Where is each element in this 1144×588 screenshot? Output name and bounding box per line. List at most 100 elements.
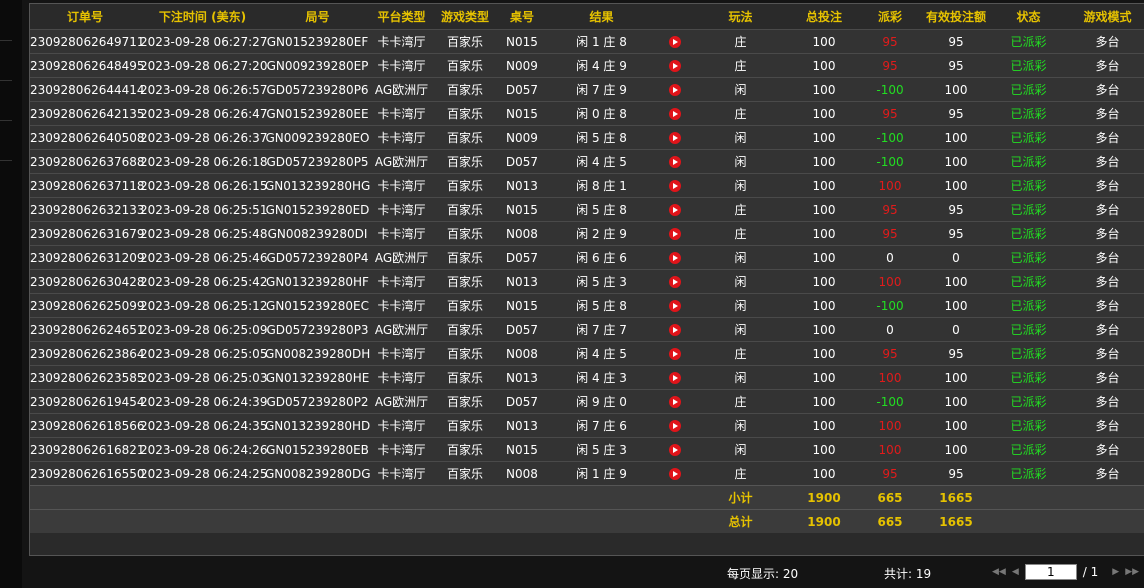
game-type-cell: 百家乐 — [433, 221, 497, 246]
video-cell — [656, 77, 693, 102]
result-cell: 闲 1 庄 9 — [547, 461, 656, 486]
game-type-cell: 百家乐 — [433, 413, 497, 438]
game-mode-cell: 多台 — [1065, 197, 1144, 222]
bet-type-cell: 庄 — [693, 197, 788, 222]
play-icon[interactable] — [668, 300, 681, 312]
platform-cell: 卡卡湾厅 — [370, 341, 433, 366]
status-cell: 已派彩 — [992, 461, 1065, 486]
round-id-cell: GD057239280P6 — [265, 77, 370, 102]
play-icon[interactable] — [668, 396, 681, 408]
video-cell — [656, 125, 693, 150]
play-icon[interactable] — [668, 108, 681, 120]
play-icon[interactable] — [668, 36, 681, 48]
round-id-cell: GN015239280ED — [265, 197, 370, 222]
total-bet-cell: 100 — [788, 29, 860, 54]
grandtotal-label: 总计 — [693, 509, 788, 533]
play-icon[interactable] — [668, 60, 681, 72]
status-cell: 已派彩 — [992, 221, 1065, 246]
game-type-cell: 百家乐 — [433, 293, 497, 318]
total-bet-cell: 100 — [788, 77, 860, 102]
payout-cell: 0 — [860, 245, 920, 270]
play-icon[interactable] — [668, 444, 681, 456]
page-number-input[interactable] — [1024, 564, 1077, 580]
bet-time-cell: 2023-09-28 06:26:57 — [140, 77, 267, 102]
table-no-cell: N008 — [497, 461, 547, 486]
table-row: 230928062623585 2023-09-28 06:25:03 GN0132… — [30, 365, 1144, 390]
table-no-cell: N015 — [497, 293, 547, 318]
game-mode-cell: 多台 — [1065, 365, 1144, 390]
valid-bet-cell: 100 — [920, 125, 992, 150]
payout-cell: 95 — [860, 29, 920, 54]
total-bet-cell: 100 — [788, 365, 860, 390]
order-id-cell: 230928062616550 — [30, 461, 145, 486]
platform-cell: 卡卡湾厅 — [370, 101, 433, 126]
result-cell: 闲 0 庄 8 — [547, 101, 656, 126]
table-no-cell: N009 — [497, 53, 547, 78]
bet-type-cell: 庄 — [693, 53, 788, 78]
result-cell: 闲 4 庄 9 — [547, 53, 656, 78]
table-row: 230928062623864 2023-09-28 06:25:05 GN0082… — [30, 341, 1144, 366]
round-id-cell: GN013239280HD — [265, 413, 370, 438]
order-id-cell: 230928062616821 — [30, 437, 145, 462]
play-icon[interactable] — [668, 468, 681, 480]
platform-cell: 卡卡湾厅 — [370, 293, 433, 318]
col-header-platform: 平台类型 — [370, 4, 433, 30]
table-no-cell: N015 — [497, 197, 547, 222]
order-id-cell: 230928062637118 — [30, 173, 145, 198]
platform-cell: 卡卡湾厅 — [370, 29, 433, 54]
play-icon[interactable] — [668, 348, 681, 360]
bet-type-cell: 闲 — [693, 293, 788, 318]
table-row: 230928062631209 2023-09-28 06:25:46 GD0572… — [30, 245, 1144, 270]
status-cell: 已派彩 — [992, 341, 1065, 366]
platform-cell: 卡卡湾厅 — [370, 125, 433, 150]
bet-type-cell: 庄 — [693, 101, 788, 126]
play-icon[interactable] — [668, 84, 681, 96]
valid-bet-cell: 95 — [920, 461, 992, 486]
payout-cell: -100 — [860, 77, 920, 102]
order-id-cell: 230928062640508 — [30, 125, 145, 150]
play-icon[interactable] — [668, 324, 681, 336]
subtotal-payout: 665 — [860, 485, 920, 510]
next-page-icon[interactable]: ▶ — [1112, 567, 1119, 577]
game-mode-cell: 多台 — [1065, 221, 1144, 246]
order-id-cell: 230928062625099 — [30, 293, 145, 318]
video-cell — [656, 245, 693, 270]
valid-bet-cell: 0 — [920, 245, 992, 270]
bet-time-cell: 2023-09-28 06:26:18 — [140, 149, 267, 174]
result-cell: 闲 4 庄 5 — [547, 149, 656, 174]
payout-cell: 95 — [860, 341, 920, 366]
play-icon[interactable] — [668, 204, 681, 216]
game-type-cell: 百家乐 — [433, 53, 497, 78]
play-icon[interactable] — [668, 156, 681, 168]
platform-cell: 卡卡湾厅 — [370, 173, 433, 198]
prev-page-icon[interactable]: ◀ — [1012, 567, 1019, 577]
play-icon[interactable] — [668, 252, 681, 264]
table-no-cell: N013 — [497, 365, 547, 390]
first-page-icon[interactable]: ◀◀ — [992, 567, 1006, 577]
valid-bet-cell: 100 — [920, 77, 992, 102]
play-icon[interactable] — [668, 132, 681, 144]
play-icon[interactable] — [668, 228, 681, 240]
col-header-status: 状态 — [992, 4, 1065, 30]
bet-type-cell: 庄 — [693, 221, 788, 246]
grandtotal-row: 总计 1900 665 1665 — [30, 509, 1144, 533]
game-mode-cell: 多台 — [1065, 413, 1144, 438]
valid-bet-cell: 100 — [920, 437, 992, 462]
subtotal-row: 小计 1900 665 1665 — [30, 485, 1144, 510]
play-icon[interactable] — [668, 180, 681, 192]
bet-time-cell: 2023-09-28 06:24:39 — [140, 389, 267, 414]
last-page-icon[interactable]: ▶▶ — [1125, 567, 1139, 577]
video-cell — [656, 269, 693, 294]
play-icon[interactable] — [668, 276, 681, 288]
game-type-cell: 百家乐 — [433, 365, 497, 390]
round-id-cell: GN015239280EF — [265, 29, 370, 54]
platform-cell: 卡卡湾厅 — [370, 413, 433, 438]
play-icon[interactable] — [668, 420, 681, 432]
result-cell: 闲 5 庄 3 — [547, 269, 656, 294]
bet-type-cell: 闲 — [693, 173, 788, 198]
status-cell: 已派彩 — [992, 269, 1065, 294]
play-icon[interactable] — [668, 372, 681, 384]
bet-type-cell: 闲 — [693, 365, 788, 390]
col-header-video — [656, 4, 693, 30]
table-no-cell: N015 — [497, 101, 547, 126]
